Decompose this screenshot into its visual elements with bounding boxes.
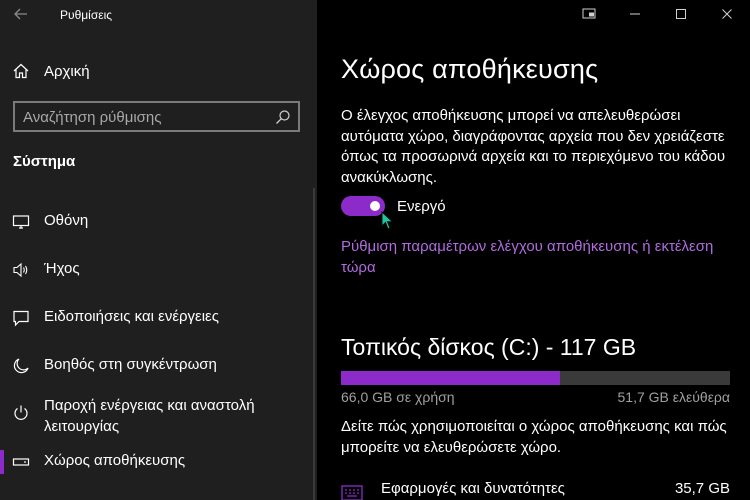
minimize-button[interactable] xyxy=(612,0,658,28)
disk-usage-bar xyxy=(341,371,730,385)
sidebar-item-label: Βοηθός στη συγκέντρωση xyxy=(44,356,217,373)
compact-overlay-icon xyxy=(582,8,596,19)
selection-indicator xyxy=(0,450,4,474)
close-icon xyxy=(722,9,732,19)
nav-home[interactable]: Αρχική xyxy=(0,55,317,87)
nav-home-label: Αρχική xyxy=(44,62,90,80)
app-title: Ρυθμίσεις xyxy=(60,8,113,22)
speaker-icon xyxy=(12,261,30,279)
apps-icon xyxy=(341,485,363,500)
sidebar-item-power-sleep[interactable]: Παροχή ενέργειας και αναστολή λειτουργία… xyxy=(0,395,317,439)
maximize-button[interactable] xyxy=(658,0,704,28)
back-button[interactable] xyxy=(10,2,32,26)
storage-sense-description: Ο έλεγχος αποθήκευσης μπορεί να απελευθε… xyxy=(341,107,726,186)
toggle-knob xyxy=(370,201,380,211)
sidebar-scrollbar[interactable] xyxy=(313,188,315,500)
maximize-icon xyxy=(676,9,686,19)
category-size: 35,7 GB xyxy=(674,480,730,497)
moon-icon xyxy=(12,357,30,375)
search-icon[interactable] xyxy=(274,108,292,126)
window-controls xyxy=(566,0,750,28)
search-input[interactable] xyxy=(23,108,273,126)
disk-usage-fill xyxy=(341,371,561,385)
disk-title: Τοπικός δίσκος (C:) - 117 GB xyxy=(341,334,637,360)
close-button[interactable] xyxy=(704,0,750,28)
back-arrow-icon xyxy=(14,8,27,20)
section-title: Σύστημα xyxy=(13,153,76,170)
toggle-label: Ενεργό xyxy=(397,198,446,215)
disk-description: Δείτε πώς χρησιμοποιείται ο χώρος αποθήκ… xyxy=(341,418,727,456)
free-space-text: 51,7 GB ελεύθερα xyxy=(617,389,730,405)
configure-storage-sense-link[interactable]: Ρύθμιση παραμέτρων ελέγχου αποθήκευσης ή… xyxy=(341,236,736,278)
power-icon xyxy=(12,404,30,422)
sidebar-item-label: Χώρος αποθήκευσης xyxy=(44,452,186,469)
minimize-icon xyxy=(630,13,640,15)
search-box xyxy=(13,101,300,132)
sidebar-item-label: Παροχή ενέργειας και αναστολή λειτουργία… xyxy=(44,397,255,435)
main-content: Χώρος αποθήκευσης Ο έλεγχος αποθήκευσης … xyxy=(317,0,750,500)
used-space-text: 66,0 GB σε χρήση xyxy=(341,389,455,405)
page-title: Χώρος αποθήκευσης xyxy=(341,54,599,84)
sidebar-item-storage[interactable]: Χώρος αποθήκευσης xyxy=(0,446,317,478)
sidebar: Ρυθμίσεις Αρχική Σύστημα Οθόνη xyxy=(0,0,317,500)
home-icon xyxy=(12,62,30,80)
storage-sense-toggle[interactable] xyxy=(341,196,385,216)
sidebar-item-focus-assist[interactable]: Βοηθός στη συγκέντρωση xyxy=(0,350,317,382)
titlebar-left: Ρυθμίσεις xyxy=(0,0,317,30)
notification-icon xyxy=(12,309,30,327)
sidebar-item-sound[interactable]: Ήχος xyxy=(0,254,317,286)
sidebar-item-label: Ήχος xyxy=(44,260,80,277)
sidebar-item-label: Οθόνη xyxy=(44,212,89,229)
sidebar-item-notifications[interactable]: Ειδοποιήσεις και ενέργειες xyxy=(0,302,317,334)
storage-icon xyxy=(12,453,30,471)
display-icon xyxy=(12,213,30,231)
category-label: Εφαρμογές και δυνατότητες xyxy=(381,480,565,497)
storage-category-apps[interactable]: Εφαρμογές και δυνατότητες 35,7 GB xyxy=(341,476,730,500)
mouse-cursor-icon xyxy=(381,211,394,230)
compact-overlay-button[interactable] xyxy=(566,0,612,28)
sidebar-item-label: Ειδοποιήσεις και ενέργειες xyxy=(44,308,219,325)
sidebar-item-display[interactable]: Οθόνη xyxy=(0,206,317,238)
